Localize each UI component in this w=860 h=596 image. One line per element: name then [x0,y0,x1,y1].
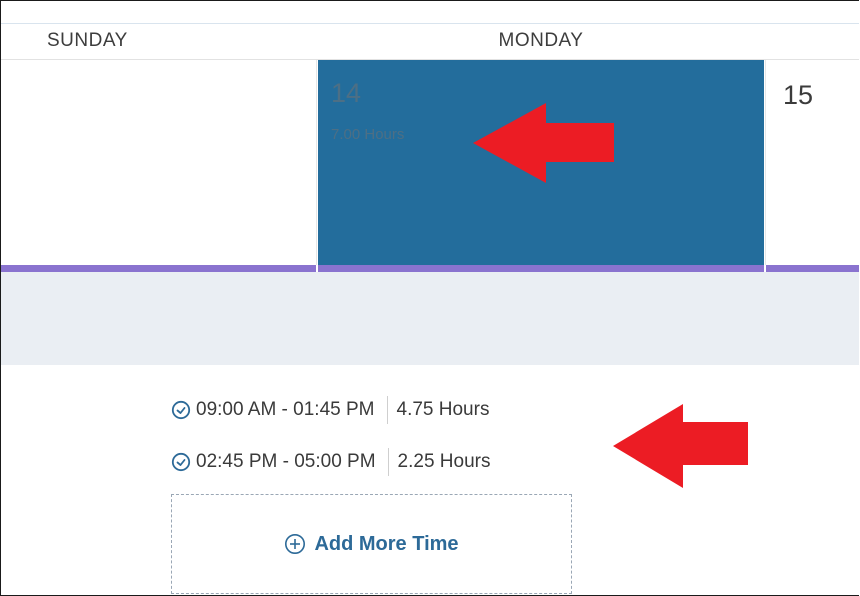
date-number: 15 [783,80,814,110]
add-more-time-button[interactable]: Add More Time [171,494,572,594]
time-range: 09:00 AM - 01:45 PM [196,399,375,420]
timesheet-calendar: SUNDAY MONDAY 14 7.00 Hours 15 09:00 AM … [0,0,859,596]
clock-icon [171,400,191,420]
time-entry-row[interactable]: 02:45 PM - 05:00 PM 2.25 Hours [171,447,491,477]
annotation-arrow-icon [613,404,748,488]
details-header-band [1,272,859,365]
add-more-time-label: Add More Time [314,532,459,555]
entry-divider [387,448,389,476]
entry-divider [386,396,388,424]
toolbar-strip [1,1,859,24]
day-header-sunday: SUNDAY [47,30,128,51]
day-header-monday: MONDAY [498,30,584,51]
week-bar-divider [764,265,766,272]
entry-hours: 2.25 Hours [397,451,491,472]
day-cell-tuesday[interactable]: 15 [765,60,859,265]
clock-icon [171,452,191,472]
date-number: 14 [331,78,362,108]
week-indicator-bar [1,265,859,272]
time-range: 02:45 PM - 05:00 PM [196,451,376,472]
entry-hours: 4.75 Hours [396,399,490,420]
day-total-hours: 7.00 Hours [331,126,405,143]
week-bar-divider [316,265,318,272]
plus-circle-icon [285,534,306,554]
time-entry-row[interactable]: 09:00 AM - 01:45 PM 4.75 Hours [171,395,489,425]
day-cell-sunday[interactable] [1,60,317,265]
annotation-arrow-icon [473,103,614,183]
